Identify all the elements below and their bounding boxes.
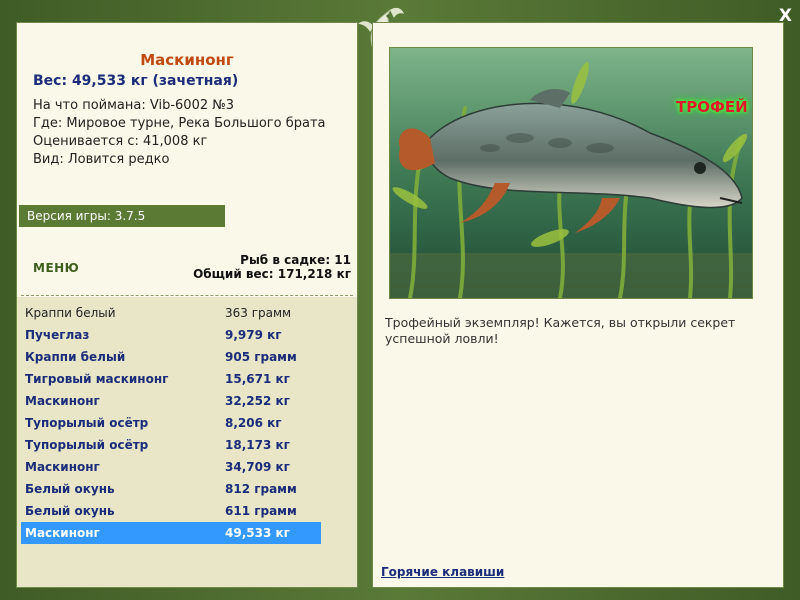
list-item[interactable]: Краппи белый 905 грамм [21, 346, 321, 368]
catch-weight: 8,206 кг [225, 416, 282, 430]
fish-details: На что поймана: Vib-6002 №3 Где: Мировое… [33, 97, 326, 169]
kind-info: Вид: Ловится редко [33, 152, 170, 167]
catch-weight: 905 грамм [225, 350, 297, 364]
catch-name: Тигровый маскинонг [25, 372, 169, 386]
trophy-panel: ТРОФЕЙ Трофейный экземпляр! Кажется, вы … [372, 22, 784, 588]
fish-info-panel: Маскинонг Вес: 49,533 кг (зачетная) На ч… [16, 22, 358, 588]
fish-weight: Вес: 49,533 кг (зачетная) [33, 73, 239, 89]
trophy-description: Трофейный экземпляр! Кажется, вы открыли… [385, 315, 736, 346]
catch-name: Белый окунь [25, 504, 115, 518]
list-item[interactable]: Тупорылый осётр 8,206 кг [21, 412, 321, 434]
location-info: Где: Мировое турне, Река Большого брата [33, 116, 326, 131]
fish-title: Маскинонг [140, 51, 234, 69]
list-item[interactable]: Белый окунь 611 грамм [21, 500, 321, 522]
list-item[interactable]: Тупорылый осётр 18,173 кг [21, 434, 321, 456]
trophy-badge: ТРОФЕЙ [676, 98, 748, 116]
catch-weight: 363 грамм [225, 306, 292, 320]
keepnet-stats: Рыб в садке: 11 Общий вес: 171,218 кг [193, 253, 351, 281]
catch-name: Тупорылый осётр [25, 438, 149, 452]
list-item[interactable]: Тигровый маскинонг 15,671 кг [21, 368, 321, 390]
hotkeys-link[interactable]: Горячие клавиши [381, 565, 504, 579]
catch-name: Пучеглаз [25, 328, 90, 342]
list-item[interactable]: Краппи белый 363 грамм [21, 302, 321, 324]
catch-name: Маскинонг [25, 526, 100, 540]
fish-image [390, 48, 752, 298]
valued-info: Оцениваетcя с: 41,008 кг [33, 134, 208, 149]
list-item[interactable]: Пучеглаз 9,979 кг [21, 324, 321, 346]
catch-weight: 9,979 кг [225, 328, 282, 342]
catch-name: Белый окунь [25, 482, 115, 496]
fish-count: Рыб в садке: 11 [240, 253, 351, 267]
list-item[interactable]: Маскинонг 32,252 кг [21, 390, 321, 412]
version-bar: Версия игры: 3.7.5 [19, 205, 225, 227]
total-weight: Общий вес: 171,218 кг [193, 267, 351, 281]
catch-name: Краппи белый [25, 306, 116, 320]
fish-photo: ТРОФЕЙ [389, 47, 753, 299]
catch-weight: 812 грамм [225, 482, 297, 496]
list-item[interactable]: Маскинонг 34,709 кг [21, 456, 321, 478]
catch-weight: 611 грамм [225, 504, 297, 518]
menu-button[interactable]: МЕНЮ [33, 261, 79, 275]
catch-weight: 18,173 кг [225, 438, 290, 452]
catch-name: Маскинонг [25, 394, 100, 408]
divider [21, 295, 353, 296]
bait-info: На что поймана: Vib-6002 №3 [33, 98, 235, 113]
list-item-selected[interactable]: Маскинонг 49,533 кг [21, 522, 321, 544]
catch-name: Тупорылый осётр [25, 416, 149, 430]
catch-weight: 34,709 кг [225, 460, 290, 474]
catch-name: Маскинонг [25, 460, 100, 474]
list-item[interactable]: Белый окунь 812 грамм [21, 478, 321, 500]
catch-weight: 15,671 кг [225, 372, 290, 386]
catch-list: Краппи белый 363 грамм Пучеглаз 9,979 кг К… [17, 297, 357, 587]
catch-weight: 49,533 кг [225, 526, 290, 540]
catch-weight: 32,252 кг [225, 394, 290, 408]
catch-name: Краппи белый [25, 350, 126, 364]
